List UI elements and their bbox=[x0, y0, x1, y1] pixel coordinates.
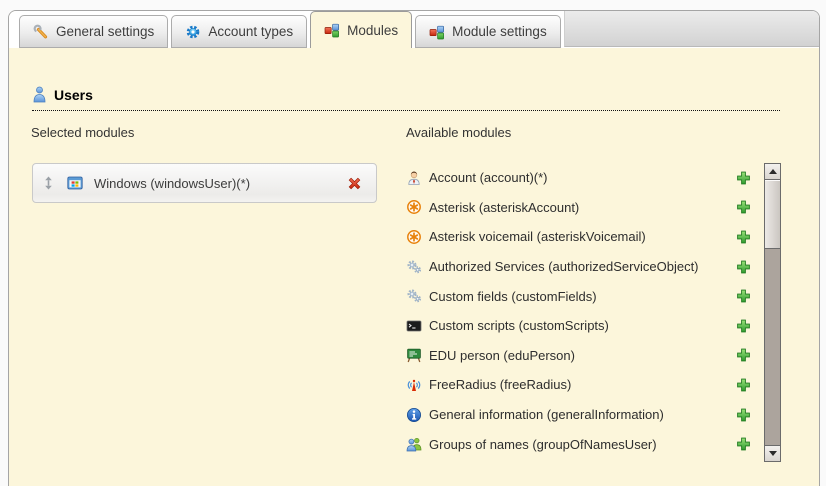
modules-cubes-icon bbox=[429, 24, 445, 40]
available-module-row: Groups of names (groupOfNamesUser) bbox=[406, 429, 751, 459]
available-module-row: EDU person (eduPerson) bbox=[406, 341, 751, 371]
add-module-button[interactable] bbox=[736, 348, 751, 363]
available-module-row: Asterisk voicemail (asteriskVoicemail) bbox=[406, 222, 751, 252]
remove-module-button[interactable] bbox=[346, 175, 363, 192]
tab-label: Modules bbox=[347, 23, 398, 38]
plus-icon bbox=[736, 229, 751, 244]
scrollbar-down-button[interactable] bbox=[765, 445, 780, 461]
available-module-row: Account (account)(*) bbox=[406, 163, 751, 193]
plus-icon bbox=[736, 318, 751, 333]
module-label: Asterisk voicemail (asteriskVoicemail) bbox=[429, 229, 646, 244]
asterisk-icon bbox=[406, 199, 422, 215]
available-modules-label: Available modules bbox=[406, 125, 511, 140]
tab-label: Account types bbox=[208, 24, 293, 39]
add-module-button[interactable] bbox=[736, 200, 751, 215]
tab-bar: General settings Account types Modules bbox=[9, 11, 819, 48]
selected-module-row: Windows (windowsUser)(*) bbox=[32, 163, 377, 203]
module-label: EDU person (eduPerson) bbox=[429, 348, 575, 363]
module-label: Authorized Services (authorizedServiceOb… bbox=[429, 259, 699, 274]
asterisk-icon bbox=[406, 229, 422, 245]
plus-icon bbox=[736, 259, 751, 274]
windows-icon bbox=[67, 175, 83, 191]
modules-cubes-icon bbox=[324, 22, 340, 38]
plus-icon bbox=[736, 200, 751, 215]
users-section-heading: Users bbox=[32, 86, 780, 111]
add-module-button[interactable] bbox=[736, 407, 751, 422]
module-label: FreeRadius (freeRadius) bbox=[429, 377, 571, 392]
scroll-down-icon bbox=[769, 451, 777, 456]
wrench-icon bbox=[33, 24, 49, 40]
available-modules-list: Account (account)(*) Asterisk (asteriskA… bbox=[406, 163, 751, 459]
tab-label: General settings bbox=[56, 24, 154, 39]
scroll-up-icon bbox=[769, 169, 777, 174]
available-list-scrollbar[interactable] bbox=[764, 163, 781, 462]
gears-icon bbox=[406, 259, 422, 275]
available-module-row: Custom fields (customFields) bbox=[406, 281, 751, 311]
delete-icon bbox=[346, 175, 363, 192]
module-label: General information (generalInformation) bbox=[429, 407, 664, 422]
selected-modules-label: Selected modules bbox=[31, 125, 134, 140]
terminal-icon bbox=[406, 318, 422, 334]
module-label: Groups of names (groupOfNamesUser) bbox=[429, 437, 657, 452]
add-module-button[interactable] bbox=[736, 289, 751, 304]
section-title: Users bbox=[54, 87, 93, 103]
available-module-row: FreeRadius (freeRadius) bbox=[406, 370, 751, 400]
plus-icon bbox=[736, 407, 751, 422]
drag-handle-icon[interactable] bbox=[44, 176, 53, 190]
add-module-button[interactable] bbox=[736, 377, 751, 392]
module-label: Custom fields (customFields) bbox=[429, 289, 597, 304]
available-module-row: Authorized Services (authorizedServiceOb… bbox=[406, 252, 751, 282]
scrollbar-up-button[interactable] bbox=[765, 164, 780, 180]
tab-module-settings[interactable]: Module settings bbox=[415, 15, 561, 48]
add-module-button[interactable] bbox=[736, 170, 751, 185]
tab-account-types[interactable]: Account types bbox=[171, 15, 307, 48]
add-module-button[interactable] bbox=[736, 259, 751, 274]
module-label: Account (account)(*) bbox=[429, 170, 548, 185]
account-types-gear-icon bbox=[185, 24, 201, 40]
antenna-icon bbox=[406, 377, 422, 393]
available-module-row: Asterisk (asteriskAccount) bbox=[406, 193, 751, 223]
tab-label: Module settings bbox=[452, 24, 547, 39]
add-module-button[interactable] bbox=[736, 437, 751, 452]
plus-icon bbox=[736, 348, 751, 363]
tab-strip-filler bbox=[564, 11, 819, 47]
tab-general-settings[interactable]: General settings bbox=[19, 15, 168, 48]
scrollbar-thumb[interactable] bbox=[765, 180, 780, 249]
gears-icon bbox=[406, 288, 422, 304]
user-icon bbox=[32, 86, 47, 103]
selected-module-label: Windows (windowsUser)(*) bbox=[94, 176, 346, 191]
available-module-row: Custom scripts (customScripts) bbox=[406, 311, 751, 341]
available-module-row: General information (generalInformation) bbox=[406, 400, 751, 430]
plus-icon bbox=[736, 289, 751, 304]
plus-icon bbox=[736, 170, 751, 185]
add-module-button[interactable] bbox=[736, 229, 751, 244]
info-icon bbox=[406, 407, 422, 423]
module-label: Custom scripts (customScripts) bbox=[429, 318, 609, 333]
chalkboard-icon bbox=[406, 347, 422, 363]
account-person-icon bbox=[406, 170, 422, 186]
plus-icon bbox=[736, 437, 751, 452]
config-panel: General settings Account types Modules bbox=[8, 10, 820, 486]
add-module-button[interactable] bbox=[736, 318, 751, 333]
group-icon bbox=[406, 436, 422, 452]
plus-icon bbox=[736, 377, 751, 392]
tab-modules[interactable]: Modules bbox=[310, 11, 412, 48]
module-label: Asterisk (asteriskAccount) bbox=[429, 200, 579, 215]
